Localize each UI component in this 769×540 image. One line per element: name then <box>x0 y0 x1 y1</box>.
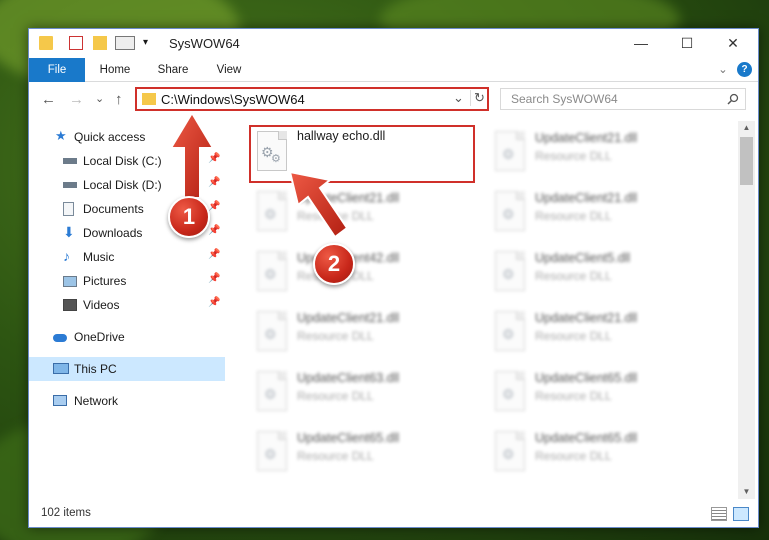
arrow-2-icon <box>288 170 349 239</box>
step-2-badge: 2 <box>313 243 355 285</box>
arrow-1-icon <box>169 111 215 199</box>
step-1-badge: 1 <box>168 196 210 238</box>
annotation-arrows <box>169 111 349 239</box>
